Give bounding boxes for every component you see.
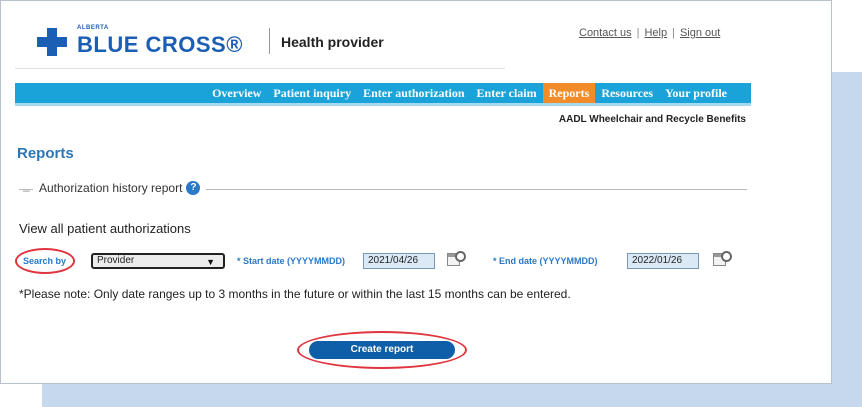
nav-your-profile[interactable]: Your profile <box>659 83 733 103</box>
nav-resources[interactable]: Resources <box>595 83 659 103</box>
calendar-icon[interactable] <box>713 251 732 269</box>
contact-us-link[interactable]: Contact us <box>579 27 632 39</box>
section-description: View all patient authorizations <box>19 221 191 236</box>
help-link[interactable]: Help <box>644 27 667 39</box>
nav-patient-inquiry[interactable]: Patient inquiry <box>267 83 357 103</box>
calendar-icon[interactable] <box>447 251 466 269</box>
section-legend-text: Authorization history report <box>39 181 183 195</box>
search-form-row: Search by Provider ▼ * Start date (YYYYM… <box>15 248 779 274</box>
end-date-label: * End date (YYYYMMDD) <box>493 256 598 266</box>
page-title: Reports <box>17 145 74 162</box>
link-separator: | <box>636 27 640 39</box>
search-by-label: Search by <box>23 256 67 266</box>
nav-enter-authorization[interactable]: Enter authorization <box>357 83 470 103</box>
nav-reports[interactable]: Reports <box>542 83 596 103</box>
chevron-down-icon: ▼ <box>206 257 215 267</box>
top-links: Contact us | Help | Sign out <box>579 27 720 39</box>
link-separator: | <box>672 27 675 39</box>
header-subtitle: Health provider <box>281 34 384 50</box>
nav-underline <box>15 103 751 106</box>
search-by-selected: Provider <box>97 255 135 266</box>
date-range-note: *Please note: Only date ranges up to 3 m… <box>19 287 571 301</box>
logo-region-text: ALBERTA <box>77 25 109 31</box>
create-report-area: Create report <box>297 331 467 369</box>
main-nav: Overview Patient inquiry Enter authoriza… <box>15 83 751 103</box>
logo-divider <box>269 28 270 54</box>
legend-dash: – <box>23 183 30 197</box>
cross-logo-icon <box>37 28 67 56</box>
nav-overview[interactable]: Overview <box>206 83 267 103</box>
start-date-label: * Start date (YYYYMMDD) <box>237 256 346 266</box>
page-card: ALBERTA BLUE CROSS® Health provider Cont… <box>0 0 832 384</box>
end-date-input[interactable]: 2022/01/26 <box>627 253 699 269</box>
section-legend: Authorization history report ? <box>33 181 207 195</box>
program-subheading: AADL Wheelchair and Recycle Benefits <box>558 114 746 125</box>
create-report-button[interactable]: Create report <box>309 341 455 359</box>
sign-out-link[interactable]: Sign out <box>680 27 720 39</box>
help-icon[interactable]: ? <box>186 181 201 195</box>
search-by-select[interactable]: Provider ▼ <box>91 253 225 269</box>
header-divider <box>15 68 505 69</box>
nav-enter-claim[interactable]: Enter claim <box>471 83 543 103</box>
logo-text: BLUE CROSS® <box>77 32 243 57</box>
start-date-input[interactable]: 2021/04/26 <box>363 253 435 269</box>
